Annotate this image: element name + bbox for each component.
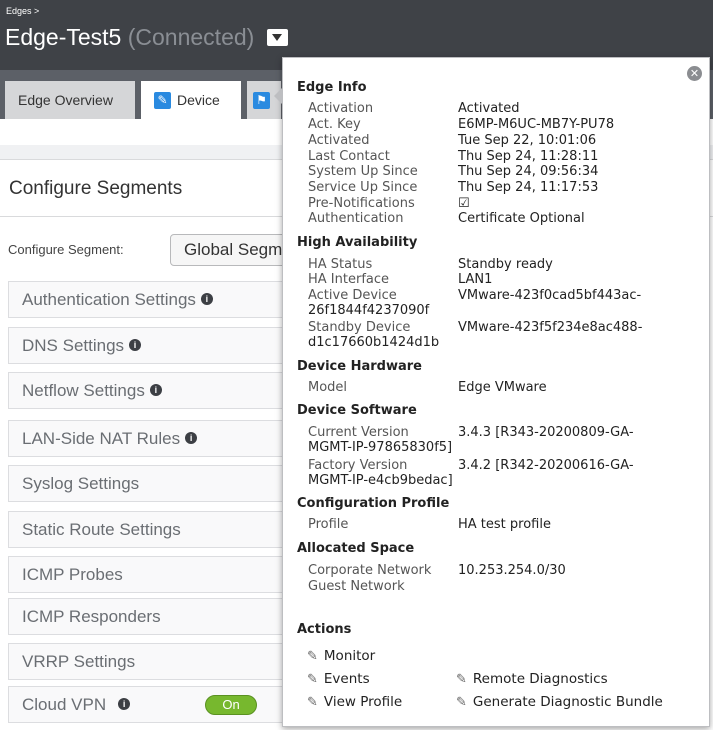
popup-notch	[274, 87, 283, 105]
standby-device-value: VMware-423f5f234e8ac488-	[458, 320, 643, 335]
current-version-label: Current Version	[308, 425, 409, 440]
model-label: Model	[308, 380, 348, 395]
badge-icon: ⚑	[253, 91, 270, 109]
section-title: Configure Segments	[9, 178, 183, 199]
settings-row-label: Static Route Settings	[22, 520, 181, 539]
active-device-value: VMware-423f0cad5bf443ac-	[458, 288, 642, 303]
standby-device-label: Standby Device	[308, 320, 411, 335]
activated-label: Activated	[308, 133, 370, 148]
view-profile-link[interactable]: ✎ View Profile	[307, 694, 402, 710]
authentication-value: Certificate Optional	[458, 211, 585, 226]
corporate-network-label: Corporate Network	[308, 563, 432, 578]
edge-status: (Connected)	[127, 24, 255, 50]
edit-icon: ✎	[307, 695, 318, 710]
page-title: Edge-Test5 (Connected)	[5, 24, 288, 51]
info-icon[interactable]: i	[185, 431, 198, 444]
ha-title: High Availability	[297, 235, 418, 250]
active-device-label: Active Device	[308, 288, 397, 303]
info-icon[interactable]: i	[129, 338, 142, 351]
action-label: Monitor	[323, 648, 376, 664]
factory-version-value: 3.4.2 [R342-20200616-GA-	[458, 458, 634, 473]
service-up-label: Service Up Since	[308, 180, 418, 195]
model-value: Edge VMware	[458, 380, 547, 395]
generate-diagnostic-bundle-link[interactable]: ✎ Generate Diagnostic Bundle	[456, 694, 663, 710]
breadcrumb[interactable]: Edges >	[6, 6, 39, 16]
monitor-link[interactable]: ✎ Monitor	[307, 648, 375, 664]
configuration-profile-title: Configuration Profile	[297, 496, 450, 511]
info-icon[interactable]: i	[149, 383, 162, 396]
authentication-label: Authentication	[308, 211, 404, 226]
edge-menu-dropdown-button[interactable]	[266, 29, 288, 47]
settings-row-label: Syslog Settings	[22, 474, 140, 493]
ha-interface-label: HA Interface	[308, 272, 390, 287]
system-up-value: Thu Sep 24, 09:56:34	[458, 164, 599, 179]
activation-label: Activation	[308, 101, 374, 116]
current-version-value-cont: MGMT-IP-97865830f5]	[308, 440, 453, 455]
tab-label: Device	[177, 92, 220, 108]
pre-notifications-label: Pre-Notifications	[308, 196, 415, 211]
action-label: View Profile	[323, 694, 403, 710]
edge-info-popup: ✕ Edge Info Activation Activated Act. Ke…	[274, 57, 710, 727]
action-label: Remote Diagnostics	[472, 671, 608, 687]
remote-diagnostics-link[interactable]: ✎ Remote Diagnostics	[456, 671, 608, 687]
device-software-title: Device Software	[297, 403, 417, 418]
guest-network-label: Guest Network	[308, 579, 405, 594]
tab-edge-overview[interactable]: Edge Overview	[5, 81, 135, 119]
edit-icon: ✎	[456, 695, 467, 710]
settings-row-label: ICMP Responders	[22, 607, 161, 626]
act-key-label: Act. Key	[308, 117, 361, 132]
corporate-network-value: 10.253.254.0/30	[458, 563, 566, 578]
action-label: Events	[323, 671, 370, 687]
factory-version-label: Factory Version	[308, 458, 408, 473]
tab-device[interactable]: ✎ Device	[141, 81, 241, 119]
settings-row-label: LAN-Side NAT Rules	[22, 429, 181, 448]
settings-row-label: Cloud VPN	[22, 695, 107, 714]
active-device-value-cont: 26f1844f4237090f	[308, 303, 430, 318]
profile-value: HA test profile	[458, 517, 551, 532]
info-icon[interactable]: i	[200, 292, 213, 305]
close-icon[interactable]: ✕	[687, 66, 702, 81]
edit-icon: ✎	[307, 649, 318, 664]
ha-status-label: HA Status	[308, 257, 373, 272]
edit-icon: ✎	[307, 672, 318, 687]
configure-segment-label: Configure Segment:	[8, 242, 124, 257]
last-contact-label: Last Contact	[308, 149, 390, 164]
device-hardware-title: Device Hardware	[297, 359, 422, 374]
current-version-value: 3.4.3 [R343-20200809-GA-	[458, 425, 634, 440]
wrench-icon: ✎	[154, 91, 171, 109]
info-icon[interactable]: i	[118, 697, 131, 710]
edge-name: Edge-Test5	[5, 24, 122, 50]
tab-label: Edge Overview	[18, 92, 113, 108]
profile-label: Profile	[308, 517, 349, 532]
system-up-label: System Up Since	[308, 164, 418, 179]
settings-row-label: Netflow Settings	[22, 381, 145, 400]
service-up-value: Thu Sep 24, 11:17:53	[458, 180, 599, 195]
action-label: Generate Diagnostic Bundle	[472, 694, 663, 710]
activated-value: Tue Sep 22, 10:01:06	[458, 133, 597, 148]
edit-icon: ✎	[456, 672, 467, 687]
actions-title: Actions	[297, 622, 352, 637]
edge-info-title: Edge Info	[297, 80, 367, 95]
settings-row-label: VRRP Settings	[22, 652, 136, 671]
act-key-value: E6MP-M6UC-MB7Y-PU78	[458, 117, 615, 132]
factory-version-value-cont: MGMT-IP-e4cb9bedac]	[308, 473, 453, 488]
ha-interface-value: LAN1	[458, 272, 493, 287]
last-contact-value: Thu Sep 24, 11:28:11	[458, 149, 599, 164]
activation-value: Activated	[458, 101, 520, 116]
settings-row-label: DNS Settings	[22, 336, 125, 355]
events-link[interactable]: ✎ Events	[307, 671, 370, 687]
allocated-space-title: Allocated Space	[297, 541, 415, 556]
ha-status-value: Standby ready	[458, 257, 553, 272]
settings-row-label: Authentication Settings	[22, 290, 196, 309]
settings-row-label: ICMP Probes	[22, 565, 123, 584]
standby-device-value-cont: d1c17660b1424d1b	[308, 335, 440, 350]
pre-notifications-checkbox[interactable]: ☑	[458, 197, 470, 210]
cloud-vpn-toggle[interactable]: On	[205, 695, 257, 715]
